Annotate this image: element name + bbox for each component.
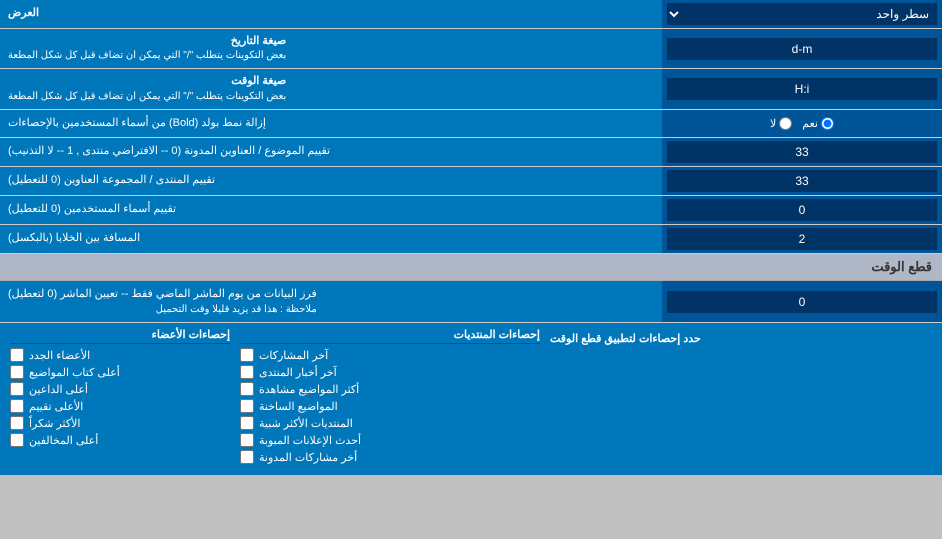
time-format-input[interactable] xyxy=(667,78,937,100)
stats-item-members-1: الأعضاء الجدد xyxy=(10,348,230,362)
checkbox-members-2[interactable] xyxy=(10,365,24,379)
stats-apply-label: حدد إحصاءات لتطبيق قطع الوقت xyxy=(550,332,701,345)
bold-remove-label: إزالة نمط بولد (Bold) من أسماء المستخدمي… xyxy=(0,110,662,137)
stats-section: حدد إحصاءات لتطبيق قطع الوقت إحصاءات الم… xyxy=(0,323,942,475)
checkbox-members-6[interactable] xyxy=(10,433,24,447)
bold-remove-yes-label: نعم xyxy=(802,117,834,130)
display-select-cell: سطر واحد xyxy=(662,0,942,28)
date-format-label: صيغة التاريخ بعض التكوينات يتطلب "/" الت… xyxy=(0,29,662,68)
stats-item-posts-3: أكثر المواضيع مشاهدة xyxy=(240,382,540,396)
stats-item-posts-7: أخر مشاركات المدونة xyxy=(240,450,540,464)
checkbox-members-3[interactable] xyxy=(10,382,24,396)
cell-spacing-label: المسافة بين الخلايا (بالبكسل) xyxy=(0,225,662,253)
stats-item-posts-1: آخر المشاركات xyxy=(240,348,540,362)
time-format-input-cell xyxy=(662,69,942,108)
topic-sort-input[interactable] xyxy=(667,141,937,163)
checkbox-posts-2[interactable] xyxy=(240,365,254,379)
display-label: العرض xyxy=(0,0,662,28)
checkbox-members-4[interactable] xyxy=(10,399,24,413)
usernames-sort-input-cell xyxy=(662,196,942,224)
checkbox-posts-4[interactable] xyxy=(240,399,254,413)
bold-remove-no-radio[interactable] xyxy=(779,117,792,130)
stats-item-posts-4: المواضيع الساخنة xyxy=(240,399,540,413)
topic-sort-input-cell xyxy=(662,138,942,166)
cutoff-section-header: قطع الوقت xyxy=(0,254,942,281)
date-format-input[interactable] xyxy=(667,38,937,60)
stats-item-members-2: أعلى كتاب المواضيع xyxy=(10,365,230,379)
stats-item-posts-5: المنتديات الأكثر شبية xyxy=(240,416,540,430)
checkbox-posts-3[interactable] xyxy=(240,382,254,396)
members-col-header: إحصاءات الأعضاء xyxy=(152,329,230,341)
cell-spacing-input-cell xyxy=(662,225,942,253)
bold-remove-no-label: لا xyxy=(770,117,792,130)
forum-sort-input[interactable] xyxy=(667,170,937,192)
stats-item-posts-6: أحدث الإعلانات المبوبة xyxy=(240,433,540,447)
date-format-input-cell xyxy=(662,29,942,68)
stats-item-members-6: أعلى المخالفين xyxy=(10,433,230,447)
checkbox-posts-6[interactable] xyxy=(240,433,254,447)
stats-item-posts-2: آخر أخبار المنتدى xyxy=(240,365,540,379)
stats-item-members-5: الأكثر شكراً xyxy=(10,416,230,430)
forum-sort-label: تقييم المنتدى / المجموعة العناوين (0 للت… xyxy=(0,167,662,195)
data-filter-label: فرز البيانات من يوم الماشر الماضي فقط --… xyxy=(0,281,662,323)
cell-spacing-input[interactable] xyxy=(667,228,937,250)
checkbox-posts-1[interactable] xyxy=(240,348,254,362)
checkbox-posts-5[interactable] xyxy=(240,416,254,430)
checkbox-members-5[interactable] xyxy=(10,416,24,430)
checkbox-posts-7[interactable] xyxy=(240,450,254,464)
bold-remove-radio-cell: نعم لا xyxy=(662,110,942,137)
data-filter-input-cell xyxy=(662,281,942,323)
topic-sort-label: تقييم الموضوع / العناوين المدونة (0 -- ا… xyxy=(0,138,662,166)
data-filter-input[interactable] xyxy=(667,291,937,313)
usernames-sort-input[interactable] xyxy=(667,199,937,221)
forum-sort-input-cell xyxy=(662,167,942,195)
stats-item-members-4: الأعلى تقييم xyxy=(10,399,230,413)
display-select[interactable]: سطر واحد xyxy=(667,3,937,25)
usernames-sort-label: تقييم أسماء المستخدمين (0 للتعطيل) xyxy=(0,196,662,224)
bold-remove-yes-radio[interactable] xyxy=(821,117,834,130)
posts-col-header: إحصاءات المنتديات xyxy=(454,329,540,341)
checkbox-members-1[interactable] xyxy=(10,348,24,362)
time-format-label: صيغة الوقت بعض التكوينات يتطلب "/" التي … xyxy=(0,69,662,108)
stats-item-members-3: أعلى الداعين xyxy=(10,382,230,396)
